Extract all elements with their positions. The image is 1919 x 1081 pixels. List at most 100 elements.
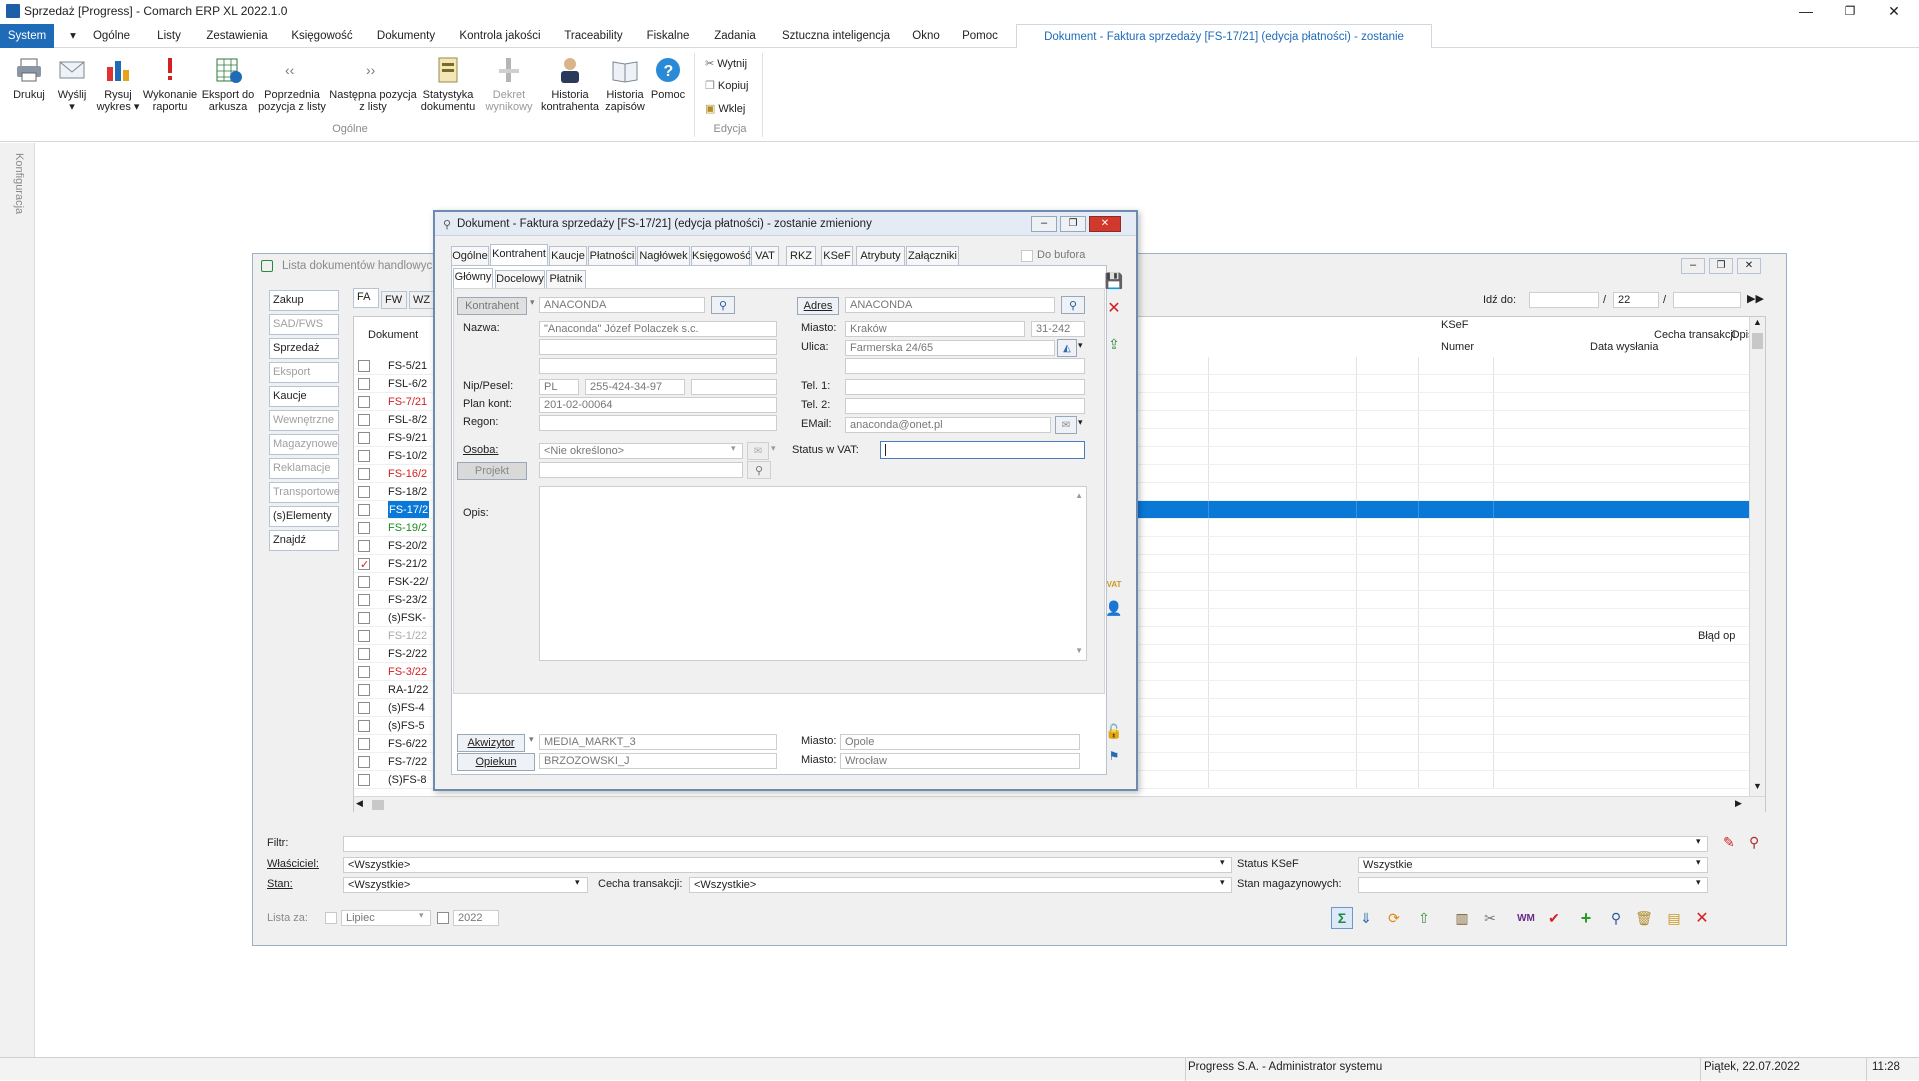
list-nav-wewnetrzne[interactable]: Wewnętrzne	[269, 410, 339, 431]
adres-input[interactable]: ANACONDA	[845, 297, 1055, 313]
close-list-button[interactable]: ✕	[1691, 907, 1713, 929]
list-nav-zakup[interactable]: Zakup	[269, 290, 339, 311]
dialog-tab-ksef[interactable]: KSeF	[821, 246, 853, 266]
horizontal-scrollbar[interactable]: ◀ ▶	[354, 796, 1765, 812]
cut-button[interactable]: ✂ Wytnij	[705, 57, 747, 71]
opis-textarea[interactable]: ▲ ▼	[539, 486, 1087, 661]
minimize-icon[interactable]: —	[1786, 0, 1826, 22]
subtab-glowny[interactable]: Główny	[453, 268, 493, 289]
vertical-scrollbar[interactable]: ▲ ▼	[1749, 317, 1765, 796]
col-header-numer[interactable]: Numer	[1441, 341, 1474, 353]
add-button[interactable]: +	[1575, 907, 1597, 929]
print-button[interactable]: Drukuj	[6, 55, 52, 101]
row-checkbox[interactable]	[358, 648, 370, 660]
tab-zestawienia[interactable]: Zestawienia	[203, 24, 271, 48]
nazwa-input[interactable]: "Anaconda" Józef Polaczek s.c.	[539, 321, 777, 337]
records-history-button[interactable]: Historia zapisów	[600, 55, 650, 113]
filter-settings-icon[interactable]: ⚲	[1749, 834, 1759, 851]
configuration-sidebar[interactable]: Konfiguracja	[0, 143, 35, 1058]
row-checkbox[interactable]	[358, 432, 370, 444]
check-button[interactable]: ✔	[1543, 907, 1565, 929]
row-checkbox[interactable]	[358, 468, 370, 480]
map-button[interactable]: ◭	[1057, 339, 1077, 357]
tools-button[interactable]: ✂	[1479, 907, 1501, 929]
dialog-tab-vat[interactable]: VAT	[751, 246, 779, 266]
tab-listy[interactable]: Listy	[150, 24, 188, 48]
row-checkbox[interactable]	[358, 504, 370, 516]
tab-sztuczna-inteligencja[interactable]: Sztuczna inteligencja	[776, 24, 896, 48]
restore-icon[interactable]: ❐	[1830, 0, 1870, 22]
unlock-button[interactable]: 🔓	[1103, 720, 1125, 742]
ulica-line2-input[interactable]	[845, 358, 1085, 374]
list-nav-sprzedaz[interactable]: Sprzedaż	[269, 338, 339, 359]
row-checkbox[interactable]	[358, 630, 370, 642]
draw-chart-button[interactable]: Rysuj wykres ▾	[96, 55, 140, 113]
tab-system[interactable]: System	[0, 24, 54, 48]
akwizytor-input[interactable]: MEDIA_MARKT_3	[539, 734, 777, 750]
tel2-input[interactable]	[845, 398, 1085, 414]
tab-ksiegowosc[interactable]: Księgowość	[287, 24, 357, 48]
row-checkbox[interactable]	[358, 702, 370, 714]
pesel-input[interactable]	[691, 379, 777, 395]
row-checkbox[interactable]	[358, 450, 370, 462]
filter-input[interactable]	[343, 836, 1708, 852]
sum-button[interactable]: Σ	[1331, 907, 1353, 929]
list-close-icon[interactable]: ✕	[1737, 258, 1761, 274]
tab-kontrola-jakosci[interactable]: Kontrola jakości	[455, 24, 545, 48]
col-header-cecha[interactable]: Cecha transakcji	[1654, 329, 1735, 341]
upload-button[interactable]: ⇧	[1413, 907, 1435, 929]
list-nav-eksport[interactable]: Eksport	[269, 362, 339, 383]
list-nav-znajdz[interactable]: Znajdź	[269, 530, 339, 551]
list-nav-magazynowe[interactable]: Magazynowe	[269, 434, 339, 455]
send-button[interactable]: Wyślij ▾	[52, 55, 92, 113]
tab-fiskalne[interactable]: Fiskalne	[642, 24, 694, 48]
document-statistics-button[interactable]: Statystyka dokumentu	[418, 55, 478, 113]
email-send-button[interactable]: ✉	[1055, 416, 1077, 434]
tel1-input[interactable]	[845, 379, 1085, 395]
columns-button[interactable]: ▥	[1451, 907, 1473, 929]
state-select[interactable]: <Wszystkie>	[343, 877, 588, 893]
row-checkbox[interactable]	[358, 738, 370, 750]
dialog-tab-platnosci[interactable]: Płatności	[588, 246, 636, 266]
search-button[interactable]: ⚲	[1605, 907, 1627, 929]
list-nav-transportowe[interactable]: Transportowe	[269, 482, 340, 503]
ulica-input[interactable]: Farmerska 24/65	[845, 340, 1055, 356]
tab-document-context[interactable]: Dokument - Faktura sprzedaży [FS-17/21] …	[1016, 24, 1432, 67]
dialog-close-icon[interactable]: ✕	[1089, 216, 1121, 232]
dialog-tab-ogolne[interactable]: Ogólne	[451, 246, 489, 266]
email-input[interactable]: anaconda@onet.pl	[845, 417, 1051, 433]
wm-button[interactable]: WM	[1515, 907, 1537, 929]
run-report-button[interactable]: Wykonanie raportu	[142, 55, 198, 113]
subtab-docelowy[interactable]: Docelowy	[495, 270, 545, 289]
nazwa-line3-input[interactable]	[539, 358, 777, 374]
goto-year-select[interactable]	[1673, 292, 1741, 308]
nip-input[interactable]: 255-424-34-97	[585, 379, 685, 395]
akwizytor-miasto-input[interactable]: Opole	[840, 734, 1080, 750]
vat-button[interactable]: VAT	[1103, 573, 1125, 595]
goto-day-input[interactable]	[1529, 292, 1599, 308]
list-nav-elementy[interactable]: (s)Elementy	[269, 506, 339, 527]
tab-ogolne[interactable]: Ogólne	[89, 24, 134, 48]
list-nav-reklamacje[interactable]: Reklamacje	[269, 458, 339, 479]
postal-code-input[interactable]: 31-242	[1031, 321, 1085, 337]
row-checkbox[interactable]	[358, 576, 370, 588]
list-nav-kaucje[interactable]: Kaucje	[269, 386, 339, 407]
opiekun-miasto-input[interactable]: Wrocław	[840, 753, 1080, 769]
tab-okno[interactable]: Okno	[908, 24, 944, 48]
goto-forward-icon[interactable]: ▶▶	[1747, 292, 1764, 305]
tab-pomoc[interactable]: Pomoc	[958, 24, 1002, 48]
import-button[interactable]: ⇓	[1355, 907, 1377, 929]
adres-button[interactable]: Adres	[797, 297, 839, 315]
list-nav-sad-fws[interactable]: SAD/FWS	[269, 314, 339, 335]
status-vat-input[interactable]	[880, 441, 1085, 459]
subtab-platnik[interactable]: Płatnik	[546, 270, 586, 289]
row-checkbox[interactable]	[358, 720, 370, 732]
row-checkbox[interactable]	[358, 414, 370, 426]
dialog-tab-zalaczniki[interactable]: Załączniki	[906, 246, 959, 266]
ksef-status-select[interactable]: Wszystkie	[1358, 857, 1708, 873]
year-spinner[interactable]: 2022	[453, 910, 499, 926]
akwizytor-button[interactable]: Akwizytor	[457, 734, 525, 752]
export-spreadsheet-button[interactable]: Eksport do arkusza	[200, 55, 256, 113]
cecha-select[interactable]: <Wszystkie>	[689, 877, 1232, 893]
row-checkbox[interactable]	[358, 378, 370, 390]
